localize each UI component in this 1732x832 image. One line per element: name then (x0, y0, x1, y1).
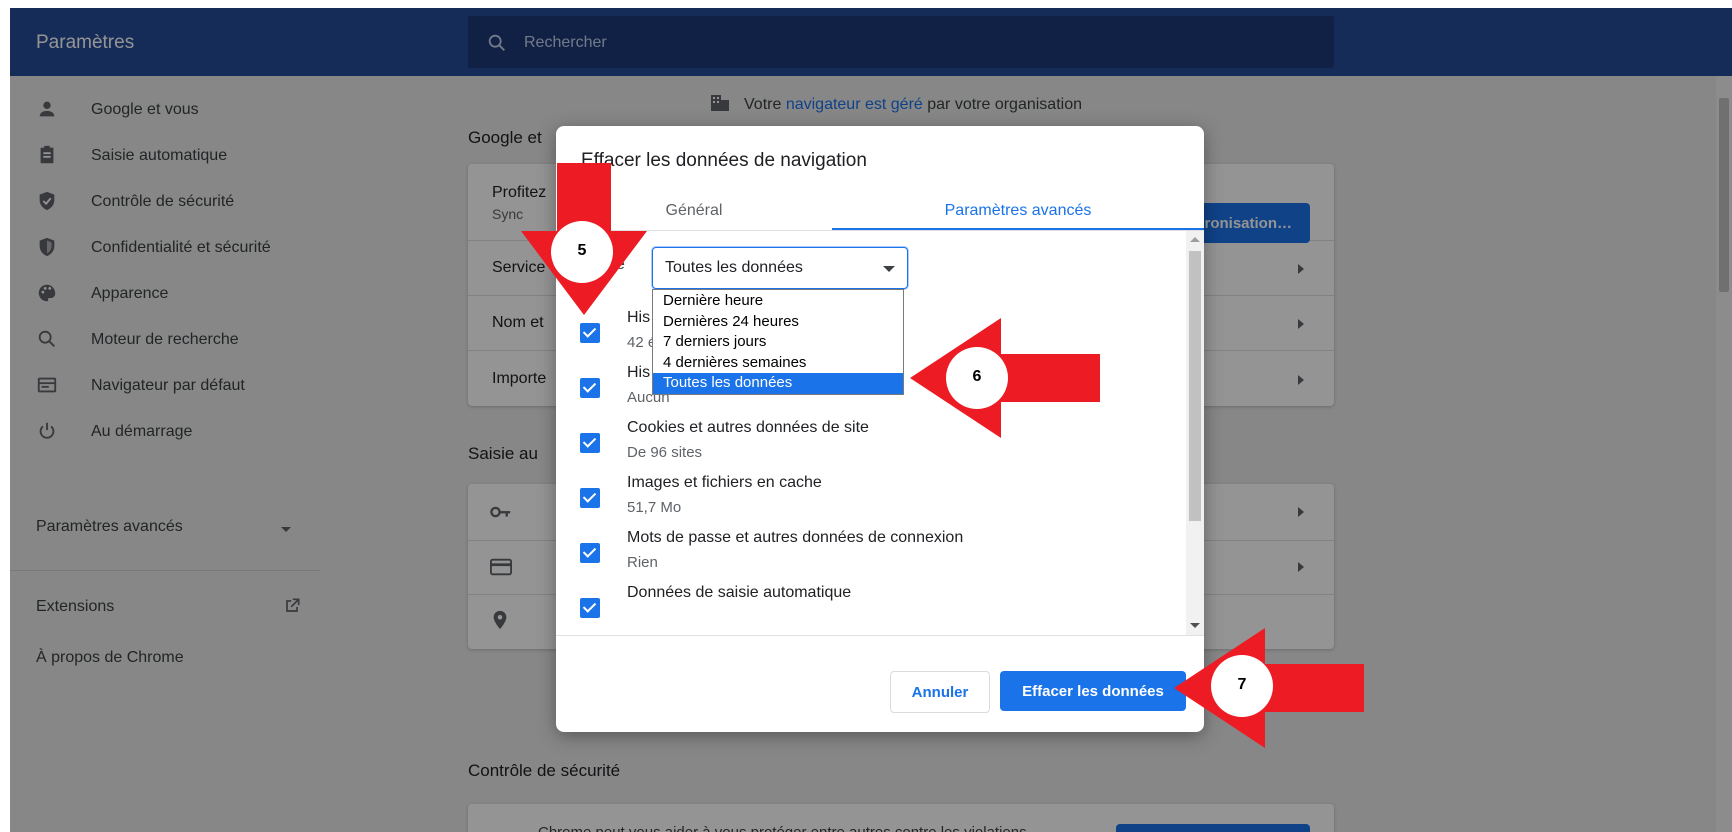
checkbox-cookies[interactable] (580, 433, 600, 453)
dropdown-option[interactable]: Dernière heure (653, 291, 903, 312)
option-subtitle: Rien (627, 554, 658, 571)
annotation-badge-7: 7 (1211, 655, 1273, 717)
time-range-select[interactable]: Toutes les données (652, 247, 908, 289)
option-subtitle: De 96 sites (627, 444, 703, 461)
tab-label: Paramètres avancés (944, 202, 1092, 219)
option-title: Mots de passe et autres données de conne… (627, 529, 964, 546)
cancel-button[interactable]: Annuler (890, 671, 990, 713)
dropdown-option[interactable]: Dernières 24 heures (653, 312, 903, 333)
dropdown-option-selected[interactable]: Toutes les données (653, 373, 903, 394)
annotation-badge-5: 5 (551, 221, 613, 283)
annotation-label: 5 (577, 242, 587, 259)
option-title: His (627, 364, 651, 381)
tab-advanced[interactable]: Paramètres avancés (832, 188, 1204, 230)
option-title: Cookies et autres données de site (627, 419, 869, 436)
checkbox-download-history[interactable] (580, 378, 600, 398)
clear-browsing-data-dialog: Effacer les données de navigation Généra… (556, 126, 1204, 732)
scroll-up-icon[interactable] (1190, 237, 1200, 242)
time-range-dropdown-list: Dernière heure Dernières 24 heures 7 der… (652, 289, 904, 395)
annotation-badge-6: 6 (946, 347, 1008, 409)
dropdown-option[interactable]: 7 derniers jours (653, 332, 903, 353)
checkbox-passwords[interactable] (580, 543, 600, 563)
dropdown-option[interactable]: 4 dernières semaines (653, 353, 903, 374)
clear-data-button[interactable]: Effacer les données (1000, 671, 1186, 711)
option-title: Images et fichiers en cache (627, 474, 822, 491)
option-autofill[interactable]: Données de saisie automatique (556, 584, 1186, 635)
annotation-label: 7 (1237, 676, 1247, 693)
dropdown-caret-icon (883, 266, 895, 272)
time-range-value: Toutes les données (665, 259, 803, 276)
clear-data-button-label: Effacer les données (1022, 683, 1164, 700)
checkbox-autofill[interactable] (580, 598, 600, 618)
option-title: Données de saisie automatique (627, 584, 852, 601)
annotation-label: 6 (972, 368, 982, 385)
cancel-button-label: Annuler (911, 684, 969, 701)
option-cache[interactable]: Images et fichiers en cache 51,7 Mo (556, 474, 1186, 534)
checkbox-cache[interactable] (580, 488, 600, 508)
option-passwords[interactable]: Mots de passe et autres données de conne… (556, 529, 1186, 589)
option-subtitle: 51,7 Mo (627, 499, 682, 516)
settings-page: Paramètres Rechercher Google et vous Sai… (10, 8, 1732, 832)
footer-divider (556, 635, 1204, 636)
checkbox-browsing-history[interactable] (580, 323, 600, 343)
dialog-scrollbar-thumb[interactable] (1189, 251, 1201, 521)
